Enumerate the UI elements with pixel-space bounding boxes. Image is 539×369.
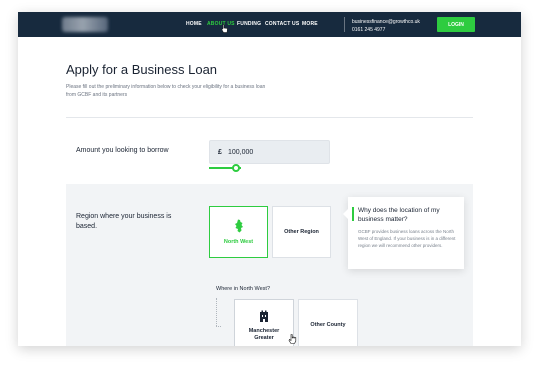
sub-region-question: Where in North West? (216, 286, 271, 292)
login-button[interactable]: LOGIN (437, 17, 475, 32)
browser-window: HOME ABOUT US FUNDING CONTACT US MORE bu… (18, 12, 521, 346)
tooltip-arrow (343, 209, 348, 219)
nav-link-more[interactable]: MORE (302, 21, 318, 27)
company-logo[interactable] (62, 17, 108, 32)
sub-region-option-label: Manchester Greater (248, 327, 280, 341)
manchester-building-icon (260, 310, 268, 322)
sub-region-option-other-county[interactable]: Other County (298, 299, 358, 346)
region-option-other[interactable]: Other Region (272, 206, 331, 258)
nav-link-contact-us[interactable]: CONTACT US (265, 21, 299, 27)
tooltip-title: Why does the location of my business mat… (358, 207, 440, 223)
nav-contact-info: businessfinance@growthco.uk 0161 245 497… (352, 18, 420, 34)
nav-link-funding[interactable]: FUNDING (237, 21, 261, 27)
connector-line (216, 298, 217, 326)
currency-symbol: £ (218, 149, 222, 156)
tooltip-accent-bar (352, 207, 354, 221)
amount-slider-handle[interactable] (232, 164, 240, 172)
north-west-map-icon (234, 219, 243, 232)
tooltip-body: GCBF provides business loans across the … (358, 229, 456, 248)
amount-label: Amount you looking to borrow (76, 147, 169, 154)
amount-section: Amount you looking to borrow £ 100,000 (66, 118, 473, 184)
region-label: Region where your business is based. (76, 213, 172, 230)
cursor-pointer-icon (221, 24, 228, 33)
contact-phone[interactable]: 0161 245 4977 (352, 26, 420, 34)
amount-value[interactable]: 100,000 (228, 149, 253, 156)
nav-link-home[interactable]: HOME (186, 21, 202, 27)
sub-region-option-label: Other County (310, 322, 346, 328)
navbar: HOME ABOUT US FUNDING CONTACT US MORE bu… (18, 12, 521, 37)
amount-input[interactable]: £ 100,000 (209, 140, 330, 164)
page-subtitle: Please fill out the preliminary informat… (66, 84, 266, 98)
page-title: Apply for a Business Loan (66, 62, 218, 77)
region-section: Region where your business is based. Nor… (66, 184, 473, 346)
nav-separator (344, 17, 345, 32)
region-option-north-west[interactable]: North West (209, 206, 268, 258)
sub-region-option-manchester[interactable]: Manchester Greater (234, 299, 294, 346)
connector-line (216, 326, 221, 327)
region-option-label: North West (223, 238, 254, 245)
contact-email[interactable]: businessfinance@growthco.uk (352, 18, 420, 26)
cursor-hand-icon (288, 334, 297, 344)
region-info-tooltip: Why does the location of my business mat… (343, 197, 464, 269)
region-option-label: Other Region (284, 228, 319, 235)
